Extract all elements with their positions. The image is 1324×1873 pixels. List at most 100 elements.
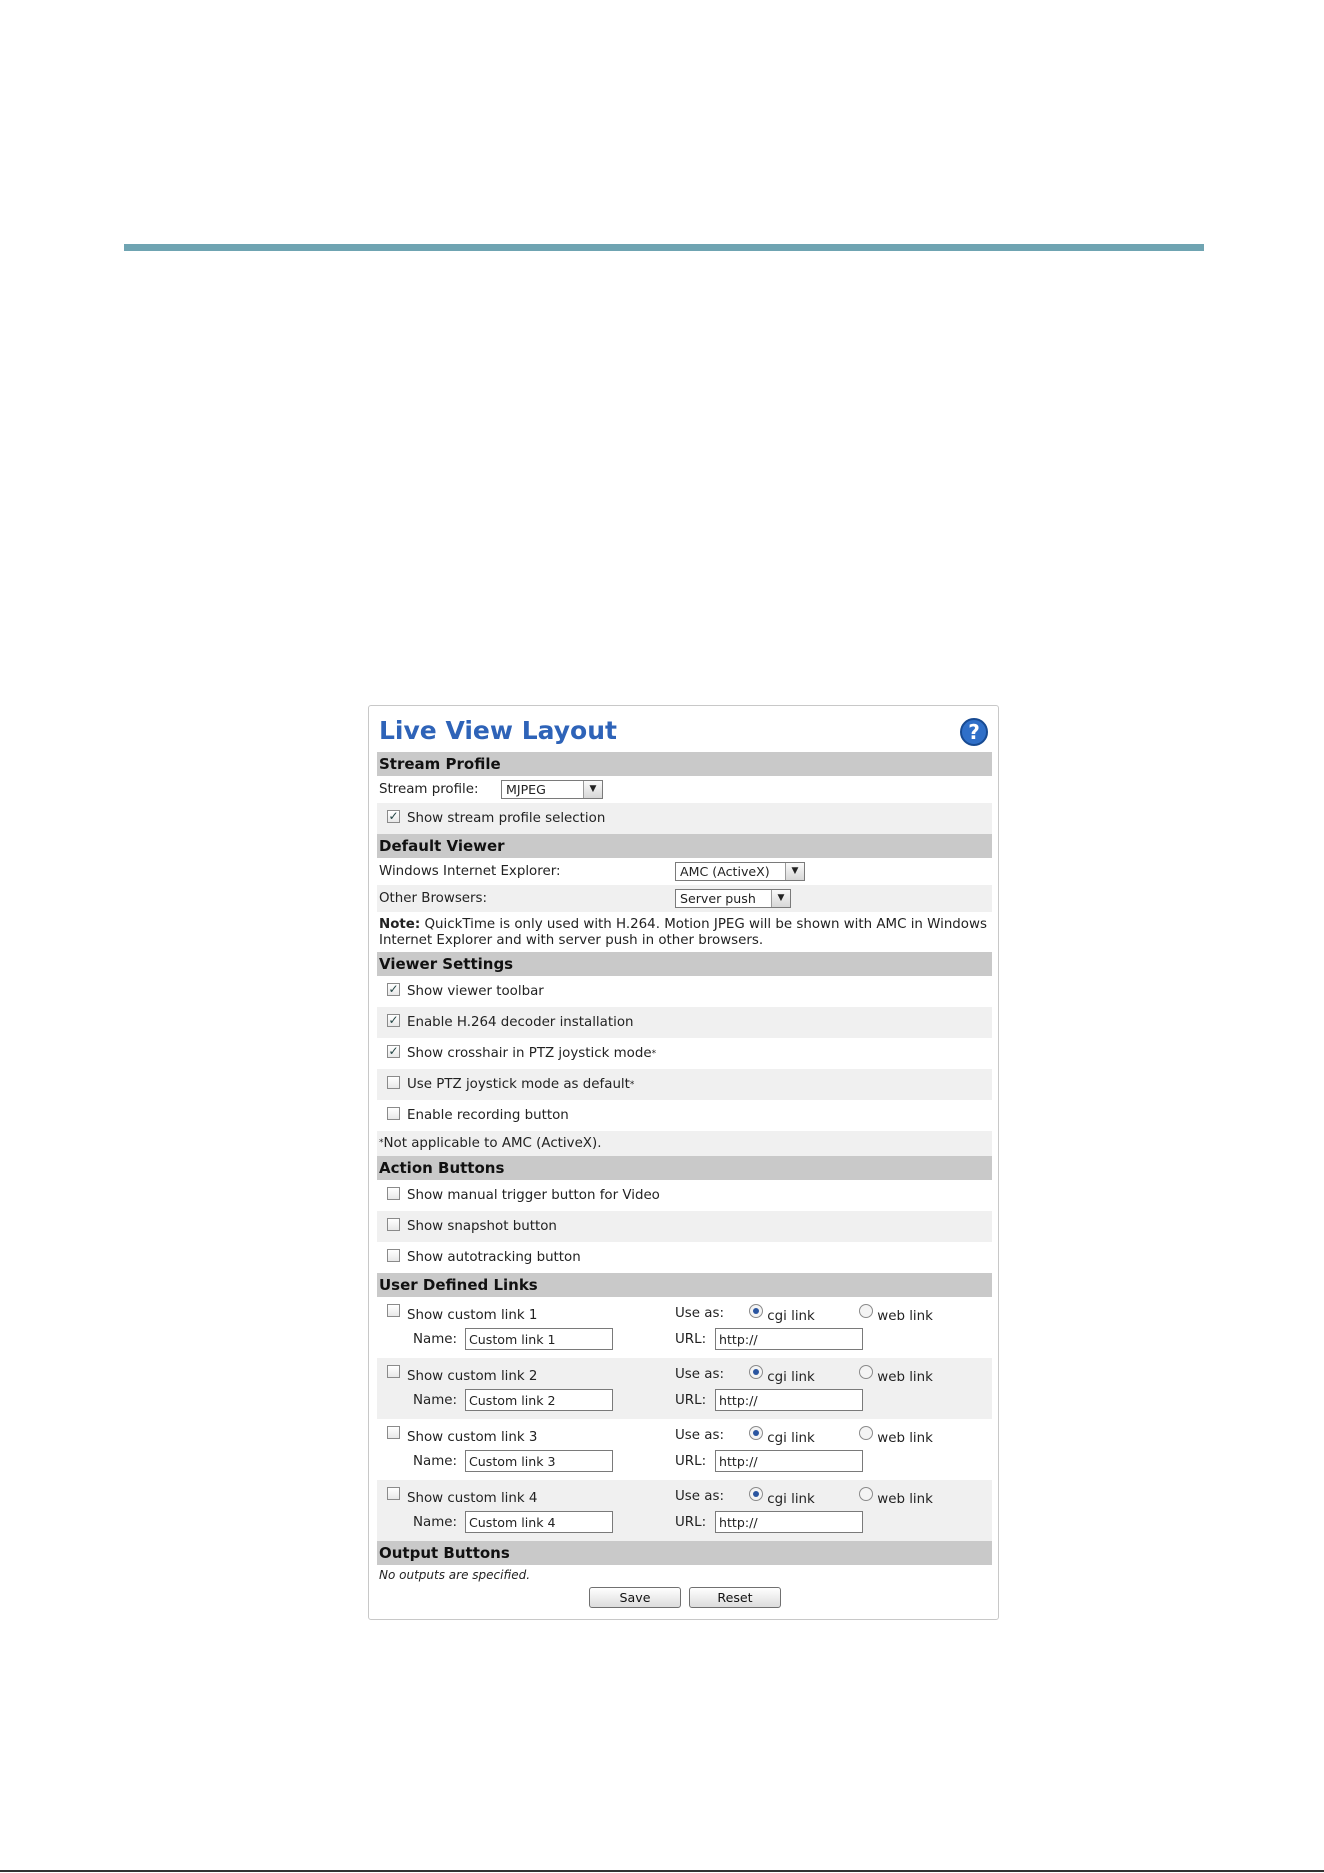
custom-link-row: Show custom link 3 Use as: cgi link web …	[377, 1419, 992, 1480]
chevron-down-icon: ▼	[583, 781, 602, 798]
use-as-label: Use as:	[675, 1306, 724, 1321]
section-header-default-viewer: Default Viewer	[377, 834, 992, 858]
cgi-link-radio[interactable]	[749, 1365, 763, 1379]
custom-link-name-input[interactable]	[465, 1450, 613, 1472]
show-manual-trigger-checkbox[interactable]	[387, 1187, 400, 1200]
section-header-action-buttons: Action Buttons	[377, 1156, 992, 1180]
use-as-label: Use as:	[675, 1428, 724, 1443]
viewer-setting-label: Enable H.264 decoder installation	[407, 1015, 634, 1030]
viewer-setting-label: Use PTZ joystick mode as default	[407, 1077, 630, 1092]
stream-profile-row: Stream profile: MJPEG ▼	[377, 776, 992, 803]
show-stream-profile-selection-checkbox[interactable]: ✓	[387, 810, 400, 823]
viewer-setting-label: Enable recording button	[407, 1108, 569, 1123]
name-label: Name:	[413, 1454, 458, 1469]
viewer-note-bold: Note:	[379, 917, 421, 932]
cgi-link-radio[interactable]	[749, 1487, 763, 1501]
other-browsers-label: Other Browsers:	[379, 891, 488, 906]
ie-viewer-label: Windows Internet Explorer:	[379, 864, 561, 879]
save-button[interactable]: Save	[589, 1587, 681, 1608]
footnote-text: Not applicable to AMC (ActiveX).	[383, 1136, 602, 1151]
checkmark-icon: ✓	[388, 809, 399, 823]
url-label: URL:	[675, 1393, 707, 1408]
show-snapshot-checkbox[interactable]	[387, 1218, 400, 1231]
show-crosshair-checkbox[interactable]: ✓	[387, 1045, 400, 1058]
name-label: Name:	[413, 1515, 458, 1530]
stream-profile-label: Stream profile:	[379, 782, 479, 797]
checkmark-icon: ✓	[388, 982, 399, 996]
enable-recording-button-checkbox[interactable]	[387, 1107, 400, 1120]
other-browsers-value: Server push	[680, 891, 756, 906]
web-link-radio[interactable]	[859, 1365, 873, 1379]
web-link-radio[interactable]	[859, 1426, 873, 1440]
cgi-link-label: cgi link	[767, 1431, 815, 1446]
viewer-setting-label: Show viewer toolbar	[407, 984, 544, 999]
page-bottom-rule	[0, 1870, 1324, 1872]
use-as-label: Use as:	[675, 1489, 724, 1504]
viewer-note-text: QuickTime is only used with H.264. Motio…	[379, 917, 987, 948]
custom-link-url-input[interactable]	[715, 1450, 863, 1472]
stream-profile-select[interactable]: MJPEG ▼	[501, 780, 603, 799]
chevron-down-icon: ▼	[785, 863, 804, 880]
web-link-radio[interactable]	[859, 1487, 873, 1501]
show-custom-link-4-checkbox[interactable]	[387, 1487, 400, 1500]
enable-h264-decoder-checkbox[interactable]: ✓	[387, 1014, 400, 1027]
custom-link-name-input[interactable]	[465, 1511, 613, 1533]
section-header-user-defined-links: User Defined Links	[377, 1273, 992, 1297]
checkmark-icon: ✓	[388, 1013, 399, 1027]
web-link-label: web link	[877, 1492, 933, 1507]
show-viewer-toolbar-checkbox[interactable]: ✓	[387, 983, 400, 996]
section-header-output-buttons: Output Buttons	[377, 1541, 992, 1565]
custom-link-row: Show custom link 2 Use as: cgi link web …	[377, 1358, 992, 1419]
web-link-radio[interactable]	[859, 1304, 873, 1318]
show-autotracking-checkbox[interactable]	[387, 1249, 400, 1262]
title-row: Live View Layout ?	[377, 712, 992, 752]
show-custom-link-3-checkbox[interactable]	[387, 1426, 400, 1439]
footnote-marker: *	[651, 1048, 657, 1059]
custom-link-name-input[interactable]	[465, 1389, 613, 1411]
custom-link-url-input[interactable]	[715, 1389, 863, 1411]
custom-link-label: Show custom link 1	[407, 1308, 538, 1323]
section-header-stream-profile: Stream Profile	[377, 752, 992, 776]
action-button-row: Show snapshot button	[377, 1211, 992, 1242]
page-top-rule	[124, 244, 1204, 251]
name-label: Name:	[413, 1393, 458, 1408]
cgi-link-label: cgi link	[767, 1309, 815, 1324]
custom-link-label: Show custom link 3	[407, 1430, 538, 1445]
use-as-label: Use as:	[675, 1367, 724, 1382]
action-button-label: Show autotracking button	[407, 1250, 581, 1265]
cgi-link-label: cgi link	[767, 1370, 815, 1385]
help-icon[interactable]: ?	[960, 718, 988, 746]
other-browsers-select[interactable]: Server push ▼	[675, 889, 791, 908]
custom-link-url-input[interactable]	[715, 1511, 863, 1533]
section-header-viewer-settings: Viewer Settings	[377, 952, 992, 976]
custom-link-url-input[interactable]	[715, 1328, 863, 1350]
checkmark-icon: ✓	[388, 1044, 399, 1058]
show-custom-link-2-checkbox[interactable]	[387, 1365, 400, 1378]
action-button-label: Show manual trigger button for Video	[407, 1188, 660, 1203]
custom-link-row: Show custom link 4 Use as: cgi link web …	[377, 1480, 992, 1541]
custom-link-name-input[interactable]	[465, 1328, 613, 1350]
viewer-setting-row: ✓ Show viewer toolbar	[377, 976, 992, 1007]
ie-viewer-value: AMC (ActiveX)	[680, 864, 770, 879]
form-buttons: Save Reset	[377, 1585, 992, 1619]
web-link-label: web link	[877, 1309, 933, 1324]
reset-button[interactable]: Reset	[689, 1587, 781, 1608]
viewer-settings-footnote: *Not applicable to AMC (ActiveX).	[377, 1131, 992, 1156]
cgi-link-radio[interactable]	[749, 1304, 763, 1318]
cgi-link-radio[interactable]	[749, 1426, 763, 1440]
footnote-marker: *	[629, 1079, 635, 1090]
show-stream-profile-selection-row: ✓ Show stream profile selection	[377, 803, 992, 834]
show-custom-link-1-checkbox[interactable]	[387, 1304, 400, 1317]
viewer-setting-label: Show crosshair in PTZ joystick mode	[407, 1046, 652, 1061]
show-stream-profile-selection-label: Show stream profile selection	[407, 811, 606, 826]
ie-viewer-select[interactable]: AMC (ActiveX) ▼	[675, 862, 805, 881]
name-label: Name:	[413, 1332, 458, 1347]
viewer-setting-row: ✓ Enable H.264 decoder installation	[377, 1007, 992, 1038]
use-ptz-joystick-default-checkbox[interactable]	[387, 1076, 400, 1089]
web-link-label: web link	[877, 1431, 933, 1446]
custom-link-label: Show custom link 2	[407, 1369, 538, 1384]
viewer-setting-row: ✓ Show crosshair in PTZ joystick mode *	[377, 1038, 992, 1069]
chevron-down-icon: ▼	[771, 890, 790, 907]
url-label: URL:	[675, 1332, 707, 1347]
viewer-setting-row: Use PTZ joystick mode as default *	[377, 1069, 992, 1100]
